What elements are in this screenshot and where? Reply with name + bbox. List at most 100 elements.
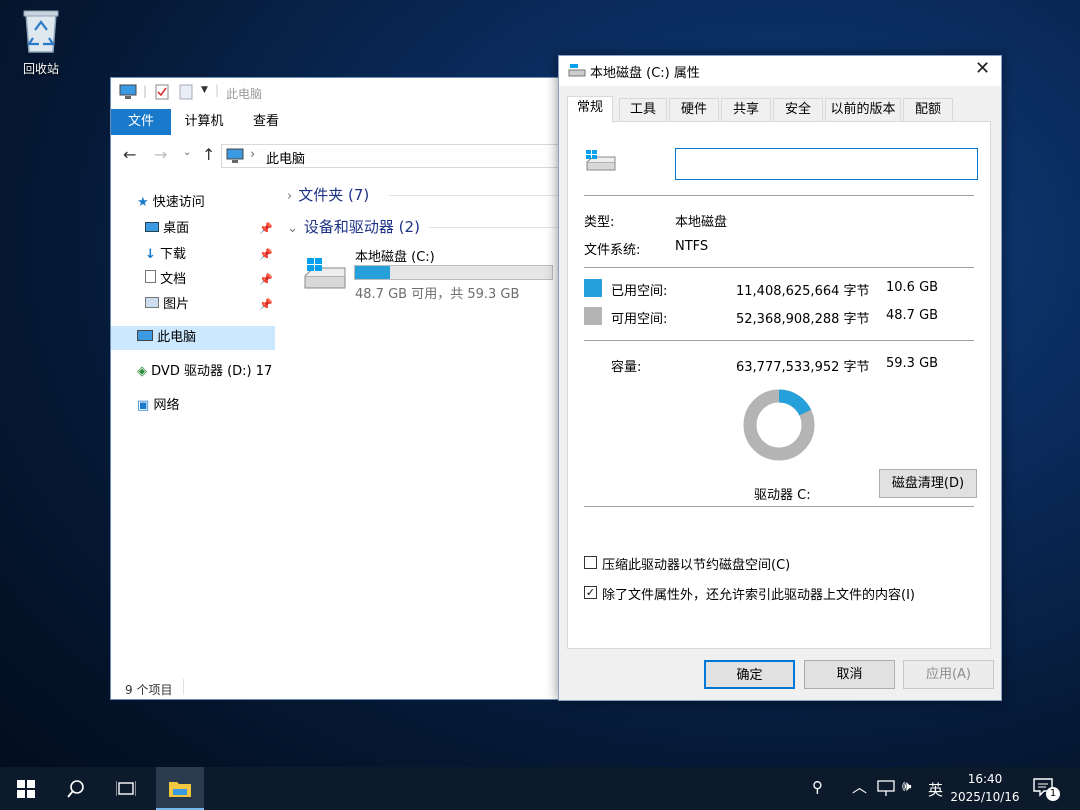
notification-center-button[interactable]: 1 <box>1032 777 1062 801</box>
usage-donut-chart <box>743 389 815 461</box>
group-folders[interactable]: › 文件夹 (7) <box>287 184 369 205</box>
network-status-icon[interactable] <box>877 780 895 797</box>
start-button[interactable] <box>2 767 50 810</box>
drive-usage-fill <box>355 266 391 279</box>
ok-button[interactable]: 确定 <box>704 660 795 689</box>
navigation-pane: ★ 快速访问 桌面 📌 ↓ 下载 📌 文档 📌 图片 📌 此电脑 ◈ DVD 驱动器 (… <box>111 186 277 676</box>
search-button[interactable] <box>52 767 100 810</box>
index-label[interactable]: 除了文件属性外，还允许索引此驱动器上文件的内容(I) <box>602 584 915 603</box>
chevron-up-icon[interactable]: ︿ <box>852 776 867 797</box>
ribbon-tab-file[interactable]: 文件 <box>111 109 171 135</box>
new-folder-quick-icon[interactable] <box>179 84 193 100</box>
task-view-button[interactable] <box>102 767 150 810</box>
ribbon-tab-computer[interactable]: 计算机 <box>175 109 233 135</box>
close-icon[interactable]: ✕ <box>975 58 990 79</box>
cancel-button[interactable]: 取消 <box>804 660 895 689</box>
group-divider <box>389 195 559 196</box>
forward-arrow-icon[interactable]: → <box>154 145 167 164</box>
nav-this-pc[interactable]: 此电脑 <box>111 326 275 350</box>
recent-locations-icon[interactable]: ⌄ <box>183 147 191 158</box>
dvd-drive-icon: ◈ <box>137 364 147 379</box>
free-space-bytes: 52,368,908,288 字节 <box>736 312 870 327</box>
tab-sharing[interactable]: 共享 <box>721 98 771 122</box>
volume-label-input[interactable] <box>675 148 978 180</box>
group-devices-label: 设备和驱动器 (2) <box>303 218 420 236</box>
drive-c-name: 本地磁盘 (C:) <box>355 250 435 265</box>
download-arrow-icon: ↓ <box>145 247 156 262</box>
tab-hardware[interactable]: 硬件 <box>669 98 719 122</box>
explorer-title-text: 此电脑 <box>226 87 263 101</box>
picture-icon <box>145 297 159 308</box>
index-checkbox[interactable]: ✓ <box>584 586 597 599</box>
capacity-bytes: 63,777,533,952 字节 <box>736 360 870 375</box>
breadcrumb-this-pc[interactable]: 此电脑 <box>266 148 305 167</box>
ime-indicator[interactable]: 英 <box>928 779 943 800</box>
tab-general[interactable]: 常规 <box>567 96 613 123</box>
filesystem-label: 文件系统: <box>584 243 641 258</box>
group-divider <box>429 227 559 228</box>
nav-quick-access[interactable]: ★ 快速访问 <box>137 191 205 215</box>
nav-documents[interactable]: 文档 📌 <box>145 268 275 292</box>
taskbar-file-explorer[interactable] <box>156 767 204 810</box>
used-space-label: 已用空间: <box>611 284 668 299</box>
compress-checkbox[interactable] <box>584 556 597 569</box>
windows-logo-icon <box>17 779 35 798</box>
general-tab-panel: 类型: 本地磁盘 文件系统: NTFS 已用空间: 11,408,625,664… <box>567 121 991 649</box>
up-arrow-icon[interactable]: ↑ <box>202 145 215 164</box>
nav-desktop[interactable]: 桌面 📌 <box>145 217 275 241</box>
drive-c-free-text: 48.7 GB 可用，共 59.3 GB <box>355 287 520 302</box>
filesystem-value: NTFS <box>675 239 709 254</box>
group-devices[interactable]: ⌄ 设备和驱动器 (2) <box>287 216 420 237</box>
clock-date: 2025/10/16 <box>950 790 1020 804</box>
tab-quota[interactable]: 配额 <box>903 98 953 122</box>
type-label: 类型: <box>584 215 615 230</box>
tab-tools[interactable]: 工具 <box>619 98 667 122</box>
nav-this-pc-label: 此电脑 <box>157 330 197 345</box>
clock[interactable]: 16:40 2025/10/16 <box>950 770 1020 806</box>
drive-letter-label: 驱动器 C: <box>754 488 811 503</box>
free-space-gb: 48.7 GB <box>886 308 939 323</box>
nav-dvd-drive[interactable]: ◈ DVD 驱动器 (D:) 17 <box>137 360 275 384</box>
nav-dvd-label: DVD 驱动器 (D:) 17 <box>151 364 273 379</box>
people-icon[interactable]: ⚲ <box>812 778 823 796</box>
type-value: 本地磁盘 <box>675 215 728 230</box>
local-disk-icon <box>304 258 346 289</box>
breadcrumb-chevron-icon: › <box>250 147 256 162</box>
separator <box>584 506 974 507</box>
ribbon-tab-view[interactable]: 查看 <box>239 109 293 135</box>
nav-network[interactable]: ▣ 网络 <box>137 394 179 418</box>
local-disk-icon <box>568 64 586 77</box>
recycle-bin[interactable]: 回收站 <box>12 8 70 77</box>
disk-cleanup-button[interactable]: 磁盘清理(D) <box>879 469 977 498</box>
compress-label[interactable]: 压缩此驱动器以节约磁盘空间(C) <box>602 554 790 573</box>
desktop-folder-icon <box>145 222 159 232</box>
capacity-label: 容量: <box>611 360 642 375</box>
computer-icon <box>226 148 244 163</box>
explorer-window: | ▼ | 此电脑 文件 计算机 查看 ← → ⌄ ↑ › 此电脑 ★ 快速访问… <box>110 77 561 700</box>
tab-previous-versions[interactable]: 以前的版本 <box>825 98 901 122</box>
capacity-gb: 59.3 GB <box>886 356 939 371</box>
free-space-swatch <box>584 307 602 325</box>
tab-security[interactable]: 安全 <box>773 98 823 122</box>
properties-quick-icon[interactable] <box>155 84 169 100</box>
star-icon: ★ <box>137 195 149 210</box>
volume-icon[interactable]: 🕪 <box>902 777 911 795</box>
local-disk-icon <box>586 150 616 171</box>
group-folders-label: 文件夹 (7) <box>298 186 370 204</box>
nav-downloads-label: 下载 <box>160 247 187 262</box>
address-box[interactable]: › 此电脑 <box>221 144 561 168</box>
ribbon-tabs: 文件 计算机 查看 <box>111 109 559 135</box>
pin-icon: 📌 <box>259 298 273 311</box>
apply-button[interactable]: 应用(A) <box>903 660 994 689</box>
nav-downloads[interactable]: ↓ 下载 📌 <box>145 243 275 267</box>
quick-access-dropdown-icon[interactable]: ▼ <box>201 85 208 95</box>
nav-pictures[interactable]: 图片 📌 <box>145 293 275 317</box>
drive-c-tile[interactable]: 本地磁盘 (C:) 48.7 GB 可用，共 59.3 GB <box>297 242 559 302</box>
nav-quick-access-label: 快速访问 <box>152 195 205 210</box>
document-icon <box>145 270 156 283</box>
computer-icon <box>119 84 137 99</box>
back-arrow-icon[interactable]: ← <box>123 145 136 164</box>
properties-dialog: 本地磁盘 (C:) 属性 ✕ 常规 工具 硬件 共享 安全 以前的版本 配额 类… <box>558 55 1002 701</box>
nav-network-label: 网络 <box>153 398 180 413</box>
explorer-titlebar: | ▼ | 此电脑 <box>111 78 559 109</box>
